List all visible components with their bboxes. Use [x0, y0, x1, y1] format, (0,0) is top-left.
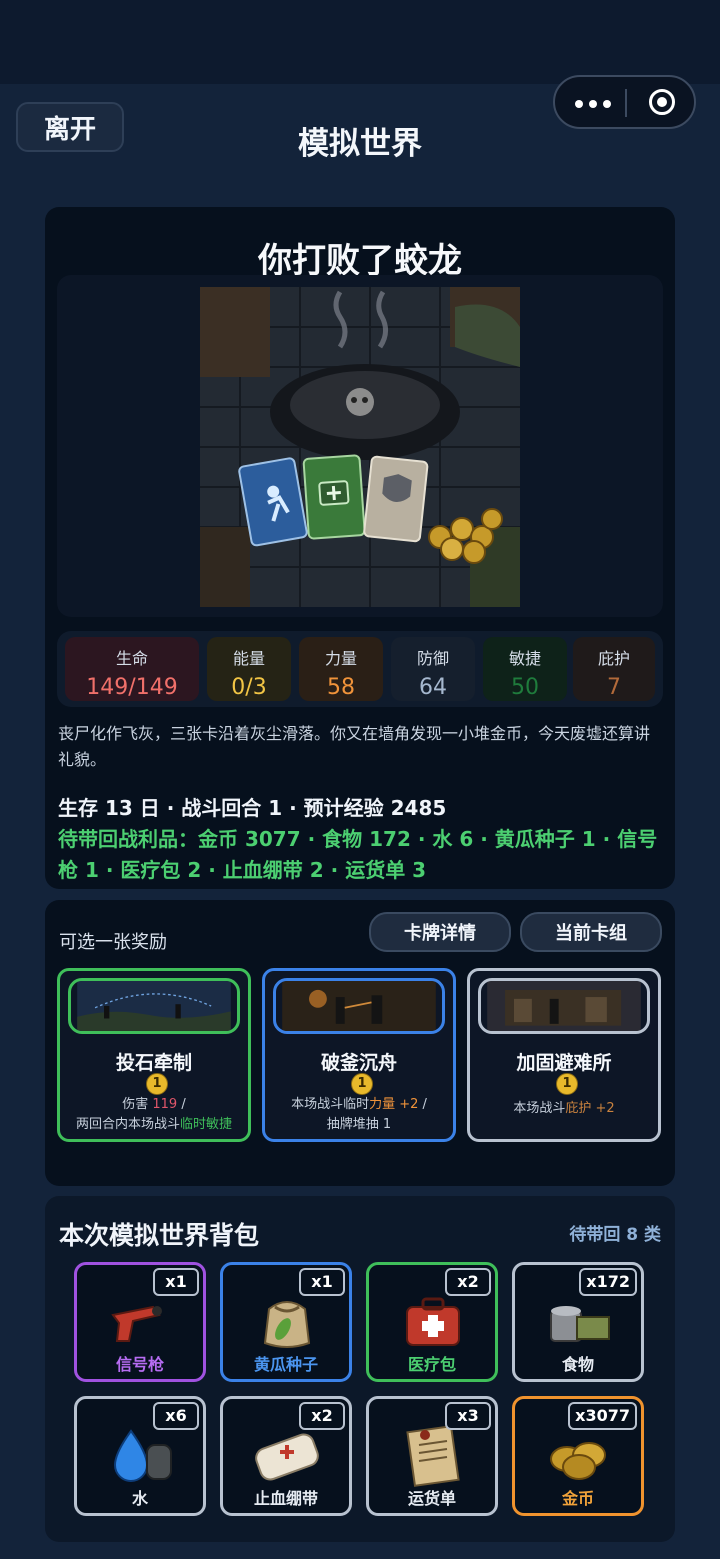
current-deck-button[interactable]: 当前卡组	[520, 912, 662, 952]
backpack-item[interactable]: x3 运货单	[366, 1396, 498, 1516]
stat-label: 庇护	[597, 649, 630, 668]
backpack-item[interactable]: x3077 金币	[512, 1396, 644, 1516]
item-quantity: x1	[299, 1268, 345, 1296]
backpack-item[interactable]: x172 食物	[512, 1262, 644, 1382]
stat-label: 防御	[416, 649, 449, 668]
backpack-panel: 本次模拟世界背包 待带回 8 类 x1 信号枪 x1 黄瓜种子 x2 医疗包 x172 食物 x…	[45, 1196, 675, 1542]
stat-label: 敏捷	[508, 649, 541, 668]
reward-card[interactable]: 投石牵制 1 伤害 119 / 两回合内本场战斗临时敏捷	[57, 968, 251, 1142]
stat-defense: 防御 64	[391, 637, 475, 701]
item-quantity: x172	[579, 1268, 637, 1296]
backpack-item[interactable]: x2 医疗包	[366, 1262, 498, 1382]
card-effect-text: 本场战斗临时力量 +2 /	[291, 1097, 427, 1112]
item-name: 止血绷带	[253, 1489, 318, 1508]
backpack-item[interactable]: x6 水	[74, 1396, 206, 1516]
backpack-title: 本次模拟世界背包	[59, 1221, 260, 1250]
card-art	[273, 978, 445, 1034]
card-effect-text: 本场战斗庇护 +2	[513, 1101, 615, 1116]
stat-energy: 能量 0/3	[207, 637, 291, 701]
close-miniprogram-icon[interactable]	[649, 89, 675, 115]
item-name: 运货单	[407, 1489, 456, 1508]
item-name: 医疗包	[407, 1355, 456, 1374]
card-effect-text: 抽牌堆抽 1	[326, 1117, 392, 1132]
stat-label: 生命	[115, 649, 148, 668]
event-description: 丧尸化作飞灰，三张卡沿着灰尘滑落。你又在墙角发现一小堆金币，今天废墟还算讲礼貌。	[58, 724, 651, 769]
backpack-item[interactable]: x1 信号枪	[74, 1262, 206, 1382]
stat-strength: 力量 58	[299, 637, 383, 701]
item-quantity: x1	[153, 1268, 199, 1296]
stat-label: 力量	[324, 649, 357, 668]
stats-bar: 生命 149/149 能量 0/3 力量 58 防御 64 敏捷 50 庇护 7	[57, 631, 663, 707]
backpack-count: 待带回 8 类	[569, 1225, 661, 1245]
stat-value: 0/3	[231, 675, 267, 700]
stat-value: 64	[419, 675, 447, 700]
stat-value: 149/149	[86, 675, 178, 700]
cost-coin-icon: 1	[146, 1073, 168, 1095]
card-effect-text: 两回合内本场战斗临时敏捷	[75, 1117, 233, 1132]
scene-frame	[57, 275, 663, 617]
miniprogram-capsule	[553, 75, 696, 129]
backpack-item[interactable]: x2 止血绷带	[220, 1396, 352, 1516]
item-quantity: x3077	[568, 1402, 637, 1430]
item-name: 食物	[561, 1355, 594, 1374]
stat-agility: 敏捷 50	[483, 637, 567, 701]
card-detail-button[interactable]: 卡牌详情	[369, 912, 511, 952]
item-name: 水	[131, 1489, 148, 1508]
cost-coin-icon: 1	[351, 1073, 373, 1095]
more-menu-icon[interactable]	[575, 92, 615, 114]
reward-title: 可选一张奖励	[59, 932, 167, 953]
reward-card[interactable]: 破釜沉舟 1 本场战斗临时力量 +2 / 抽牌堆抽 1	[262, 968, 456, 1142]
item-name: 金币	[561, 1489, 594, 1508]
stat-value: 58	[327, 675, 355, 700]
reward-card[interactable]: 加固避难所 1 本场战斗庇护 +2	[467, 968, 661, 1142]
stat-label: 能量	[232, 649, 265, 668]
status-area	[0, 0, 720, 84]
run-summary: 生存 13 日 · 战斗回合 1 · 预计经验 2485	[58, 796, 447, 820]
event-panel: 你打败了蛟龙 生命 149/149 能量 0/3 力量 58 防御 64 敏捷 …	[45, 207, 675, 889]
backpack-item[interactable]: x1 黄瓜种子	[220, 1262, 352, 1382]
cost-coin-icon: 1	[556, 1073, 578, 1095]
stat-shelter: 庇护 7	[573, 637, 655, 701]
stat-hp: 生命 149/149	[65, 637, 199, 701]
card-art	[68, 978, 240, 1034]
battle-aftermath-illustration	[200, 287, 520, 607]
capsule-divider	[625, 89, 627, 117]
item-name: 黄瓜种子	[253, 1355, 318, 1374]
item-quantity: x3	[445, 1402, 491, 1430]
item-quantity: x2	[445, 1268, 491, 1296]
reward-panel: 可选一张奖励 卡牌详情 当前卡组 投石牵制 1 伤害 119 / 两回合内本场战斗…	[45, 900, 675, 1186]
stat-value: 50	[511, 675, 539, 700]
item-name: 信号枪	[115, 1355, 164, 1374]
item-quantity: x2	[299, 1402, 345, 1430]
stat-value: 7	[607, 675, 621, 700]
card-name: 投石牵制	[115, 1052, 192, 1074]
pending-loot: 待带回战利品：金币 3077 · 食物 172 · 水 6 · 黄瓜种子 1 ·…	[58, 827, 658, 882]
card-art	[478, 978, 650, 1034]
item-quantity: x6	[153, 1402, 199, 1430]
card-name: 加固避难所	[516, 1052, 612, 1074]
card-effect-text: 伤害 119 /	[122, 1097, 186, 1112]
card-name: 破釜沉舟	[320, 1052, 397, 1074]
